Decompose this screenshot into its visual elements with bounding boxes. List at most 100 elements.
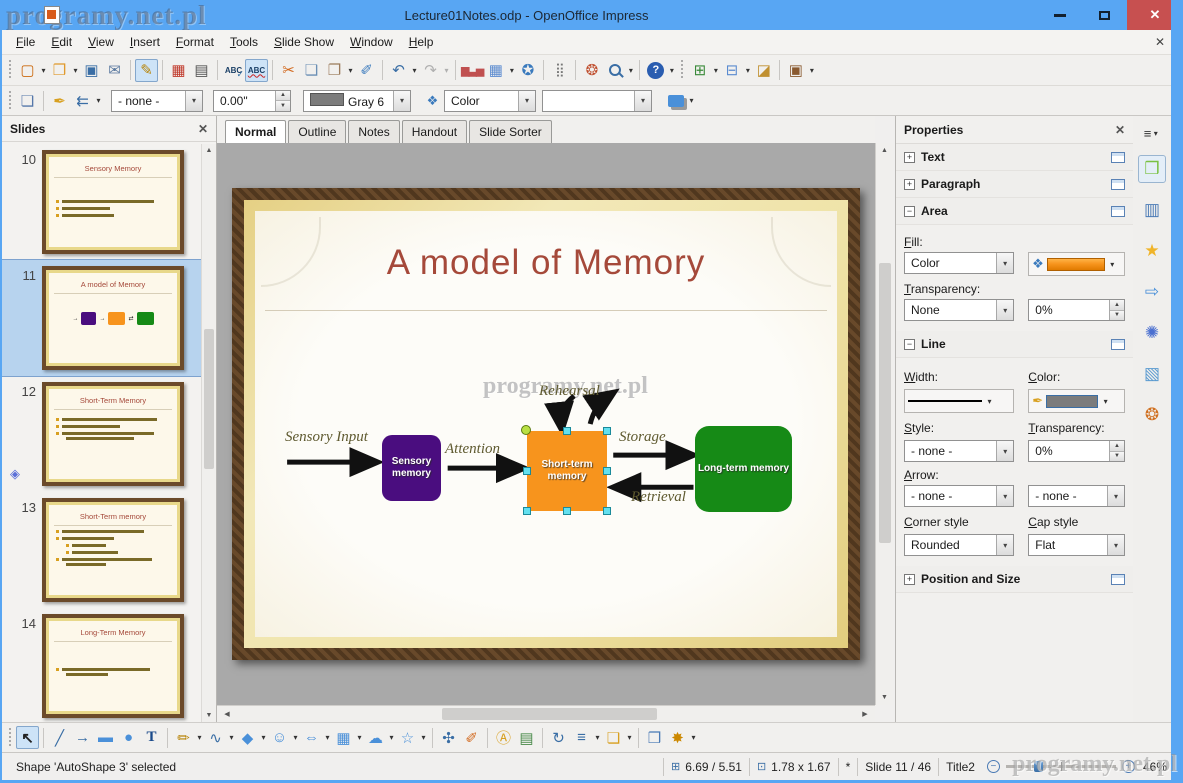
scrollbar-thumb[interactable] [879, 263, 891, 543]
expand-icon[interactable]: + [904, 573, 915, 585]
workspace-horizontal-scrollbar[interactable]: ◀ ▶ [217, 705, 875, 722]
layout-name[interactable]: Title2 [946, 760, 975, 774]
dialog-launcher-icon[interactable] [1111, 338, 1125, 350]
fill-color-select[interactable]: ▾ [542, 89, 652, 112]
insert-table-icon[interactable]: ▦ [484, 59, 507, 82]
menu-insert[interactable]: Insert [122, 32, 168, 52]
spin-up-icon[interactable]: ▲ [276, 90, 290, 101]
line-style-pen-icon[interactable]: ✒ [48, 89, 71, 112]
stars-dropdown-icon[interactable]: ▾ [419, 733, 428, 742]
open-icon[interactable]: ❒ [48, 59, 71, 82]
edit-file-icon[interactable]: ✎ [135, 58, 158, 82]
spin-down-icon[interactable]: ▼ [1110, 310, 1124, 320]
zoom-dropdown-icon[interactable]: ▾ [626, 66, 635, 75]
menu-slideshow[interactable]: Slide Show [266, 32, 342, 52]
minimize-button[interactable] [1037, 0, 1082, 30]
shadow-icon[interactable] [664, 89, 687, 112]
expand-icon[interactable]: + [904, 151, 915, 163]
slide-thumbnail-13[interactable]: 13 Short-Term memory [2, 492, 201, 608]
line-color-button[interactable]: ✒ ▾ [1028, 389, 1125, 413]
arrange-dropdown-icon[interactable]: ▾ [625, 733, 634, 742]
toolbar-overflow-icon[interactable]: ▾ [687, 96, 696, 105]
cap-style-select[interactable]: Flat ▾ [1028, 534, 1125, 556]
selection-handle[interactable] [603, 427, 611, 435]
corner-style-select[interactable]: Rounded ▾ [904, 534, 1015, 556]
menu-window[interactable]: Window [342, 32, 401, 52]
menu-tools[interactable]: Tools [222, 32, 266, 52]
properties-close-icon[interactable]: ✕ [1115, 123, 1125, 137]
spin-up-icon[interactable]: ▲ [1110, 300, 1124, 311]
new-document-icon[interactable]: ▢ [16, 59, 39, 82]
print-icon[interactable]: ▤ [190, 59, 213, 82]
label-sensory-input[interactable]: Sensory Input [285, 429, 368, 446]
toolbar-grip[interactable] [679, 60, 686, 80]
toolbar-grip[interactable] [7, 60, 13, 80]
save-icon[interactable]: ▣ [80, 59, 103, 82]
fill-color-button[interactable]: ❖ ▾ [1028, 252, 1125, 276]
slide-thumbnail-14[interactable]: 14 Long-Term Memory [2, 608, 201, 722]
transparency-spinner[interactable]: 0% ▲ ▼ [1028, 299, 1125, 321]
block-arrows-icon[interactable]: ⇔ [300, 726, 323, 749]
line-transparency-spinner[interactable]: 0% ▲ ▼ [1028, 440, 1125, 462]
spin-down-icon[interactable]: ▼ [1110, 451, 1124, 461]
shape-long-term-memory[interactable]: Long-term memory [695, 426, 792, 512]
menu-format[interactable]: Format [168, 32, 222, 52]
menu-edit[interactable]: Edit [43, 32, 80, 52]
cut-icon[interactable]: ✂ [277, 59, 300, 82]
selection-handle[interactable] [523, 507, 531, 515]
basic-shapes-icon[interactable]: ◆ [236, 726, 259, 749]
scrollbar-thumb[interactable] [442, 708, 657, 720]
new-dropdown-icon[interactable]: ▾ [39, 66, 48, 75]
interaction-icon[interactable]: ✸ [666, 726, 689, 749]
text-tool-icon[interactable]: T [140, 726, 163, 749]
dialog-launcher-icon[interactable] [1111, 178, 1125, 190]
section-text[interactable]: + Text [896, 144, 1133, 171]
slides-panel-close-icon[interactable]: ✕ [198, 122, 208, 136]
sidebar-custom-animation-icon[interactable]: ★ [1138, 237, 1166, 265]
slides-panel-scrollbar[interactable]: ▲ ▼ [201, 144, 216, 722]
open-dropdown-icon[interactable]: ▾ [71, 66, 80, 75]
callouts-dropdown-icon[interactable]: ▾ [387, 733, 396, 742]
scroll-up-icon[interactable]: ▲ [202, 147, 216, 154]
slide-thumbnail-10[interactable]: 10 Sensory Memory [2, 144, 201, 260]
arrow-tool-icon[interactable]: → [71, 726, 94, 749]
alignment-icon[interactable]: ≡ [570, 726, 593, 749]
collapse-icon[interactable]: − [904, 338, 915, 350]
cursor-position[interactable]: ⊞ 6.69 / 5.51 [671, 760, 742, 774]
position-size-icon[interactable]: ❏ [16, 89, 39, 112]
navigator-icon[interactable]: ❂ [580, 59, 603, 82]
line-tool-icon[interactable]: ╱ [48, 726, 71, 749]
tab-normal[interactable]: Normal [225, 120, 287, 144]
connector-tool-icon[interactable]: ∿ [204, 726, 227, 749]
connector-dropdown-icon[interactable]: ▾ [227, 733, 236, 742]
arrow-style-icon[interactable]: ⇇ [71, 89, 94, 112]
zoom-percentage[interactable]: 46% [1143, 760, 1167, 774]
shape-short-term-memory-selected[interactable]: Short-term memory [527, 431, 607, 511]
menu-view[interactable]: View [80, 32, 122, 52]
presentation-toolbar-overflow-icon[interactable]: ▾ [807, 66, 816, 75]
undo-icon[interactable]: ↶ [387, 59, 410, 82]
transparency-type-select[interactable]: None ▾ [904, 299, 1015, 321]
fill-type-select[interactable]: Color ▾ [904, 252, 1015, 274]
dialog-launcher-icon[interactable] [1111, 205, 1125, 217]
toolbar-overflow-icon[interactable]: ▾ [689, 733, 698, 742]
curve-dropdown-icon[interactable]: ▾ [195, 733, 204, 742]
maximize-button[interactable] [1082, 0, 1127, 30]
new-slide-icon[interactable]: ⊞ [688, 59, 711, 82]
symbol-shapes-dropdown-icon[interactable]: ▾ [291, 733, 300, 742]
curve-tool-icon[interactable]: ✏ [172, 726, 195, 749]
sidebar-slide-transition-icon[interactable]: ⇨ [1138, 278, 1166, 306]
table-dropdown-icon[interactable]: ▾ [507, 66, 516, 75]
email-icon[interactable]: ✉ [103, 59, 126, 82]
object-size[interactable]: ⊡ 1.78 x 1.67 [757, 760, 831, 774]
label-retrieval[interactable]: Retrieval [631, 489, 686, 506]
redo-icon[interactable]: ↷ [419, 59, 442, 82]
dialog-launcher-icon[interactable] [1111, 573, 1125, 585]
start-presentation-icon[interactable]: ▣ [784, 59, 807, 82]
sidebar-menu-icon[interactable]: ≡ ▾ [1138, 124, 1166, 142]
edit-points-icon[interactable]: ✣ [437, 726, 460, 749]
label-rehearsal[interactable]: Rehearsal [539, 383, 600, 400]
select-tool-icon[interactable]: ↖ [16, 726, 39, 749]
alignment-dropdown-icon[interactable]: ▾ [593, 733, 602, 742]
zoom-track[interactable] [1005, 761, 1116, 772]
